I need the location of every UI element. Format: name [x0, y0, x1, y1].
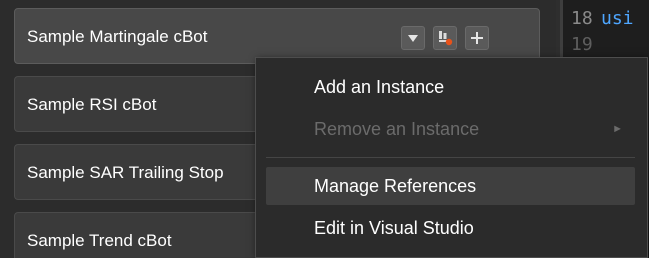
add-instance-button[interactable] — [465, 26, 489, 50]
menu-item-manage-references[interactable]: Manage References — [266, 167, 635, 205]
dropdown-button[interactable] — [401, 26, 425, 50]
code-line: usi — [601, 8, 634, 29]
triangle-right-icon: ► — [612, 123, 623, 135]
menu-item-label: Edit in Visual Studio — [314, 218, 474, 238]
cbot-item-label: Sample Trend cBot — [27, 231, 172, 250]
cbot-item[interactable]: Sample Martingale cBot — [14, 8, 540, 64]
cbot-item-buttons — [401, 26, 489, 50]
references-button[interactable] — [433, 26, 457, 50]
menu-separator — [266, 157, 635, 158]
cbot-item-label: Sample SAR Trailing Stop — [27, 163, 224, 182]
line-number: 18 — [571, 8, 593, 29]
menu-item-remove-instance: Remove an Instance ► — [266, 110, 635, 148]
menu-item-label: Add an Instance — [314, 77, 445, 97]
menu-item-label: Manage References — [314, 176, 477, 196]
context-menu: Add an Instance Remove an Instance ► Man… — [255, 57, 648, 258]
cbots-screen: Sample Martingale cBot Sample RSI cBot S… — [0, 0, 649, 258]
menu-item-label: Remove an Instance — [314, 119, 480, 139]
menu-item-edit-in-visual-studio[interactable]: Edit in Visual Studio — [266, 209, 635, 247]
cbot-item-label: Sample Martingale cBot — [27, 27, 208, 46]
plus-icon — [471, 32, 483, 44]
cbot-item-label: Sample RSI cBot — [27, 95, 157, 114]
references-icon — [439, 31, 453, 46]
chevron-down-icon — [408, 34, 418, 42]
line-number: 19 — [571, 34, 593, 55]
menu-item-add-instance[interactable]: Add an Instance — [266, 68, 635, 106]
